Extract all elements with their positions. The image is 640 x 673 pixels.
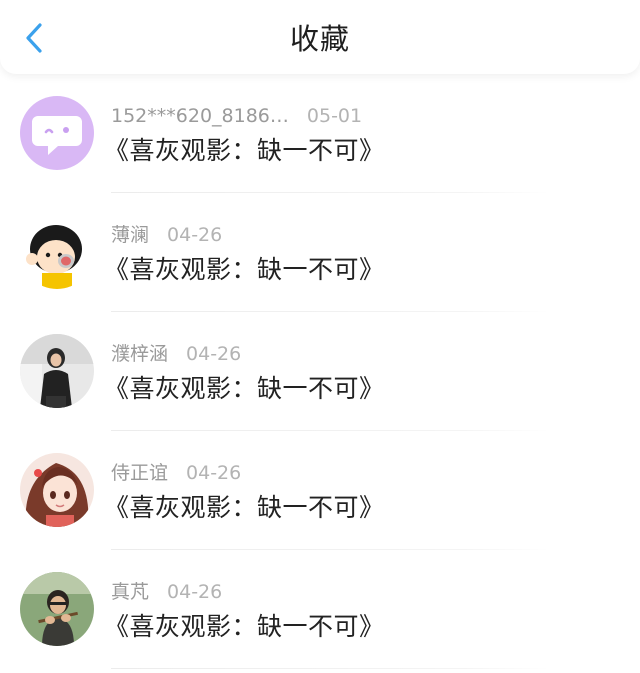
favorites-list: 152***620_8186… 05-01 《喜灰观影：缺一不可》 薄澜 04-… (0, 74, 640, 669)
user-name: 薄澜 (111, 224, 150, 246)
item-meta: 濮梓涵 04-26 (111, 341, 241, 367)
item-meta: 侍正谊 04-26 (111, 460, 241, 486)
item-meta: 152***620_8186… 05-01 (111, 103, 362, 129)
favorites-page: 收藏 152***620_8186… 05-01 《喜灰观影：缺一不可》 薄澜 … (0, 0, 640, 673)
cartoon-girl-avatar-icon (20, 215, 94, 289)
list-item[interactable]: 真芃 04-26 《喜灰观影：缺一不可》 (0, 550, 640, 669)
page-title: 收藏 (289, 22, 350, 56)
divider (111, 668, 550, 669)
item-title[interactable]: 《喜灰观影：缺一不可》 (104, 134, 385, 168)
list-item[interactable]: 薄澜 04-26 《喜灰观影：缺一不可》 (0, 193, 640, 312)
photo-girl-avatar-icon (20, 334, 94, 408)
item-title[interactable]: 《喜灰观影：缺一不可》 (104, 253, 385, 287)
top-bar: 收藏 (0, 0, 640, 74)
user-name: 侍正谊 (111, 462, 169, 484)
item-date: 05-01 (306, 105, 363, 127)
item-date: 04-26 (186, 343, 242, 365)
list-item[interactable]: 152***620_8186… 05-01 《喜灰观影：缺一不可》 (0, 74, 640, 193)
item-date: 04-26 (167, 581, 223, 603)
item-title[interactable]: 《喜灰观影：缺一不可》 (104, 491, 385, 525)
item-title[interactable]: 《喜灰观影：缺一不可》 (104, 372, 385, 406)
avatar[interactable] (20, 215, 94, 289)
photo-person-avatar-icon (20, 572, 94, 646)
item-meta: 薄澜 04-26 (111, 222, 222, 248)
avatar[interactable] (20, 334, 94, 408)
avatar[interactable] (20, 453, 94, 527)
user-name: 真芃 (111, 581, 150, 603)
chat-bubble-icon (20, 96, 94, 170)
list-item[interactable]: 濮梓涵 04-26 《喜灰观影：缺一不可》 (0, 312, 640, 431)
item-date: 04-26 (167, 224, 223, 246)
list-item[interactable]: 侍正谊 04-26 《喜灰观影：缺一不可》 (0, 431, 640, 550)
avatar[interactable] (20, 572, 94, 646)
item-title[interactable]: 《喜灰观影：缺一不可》 (104, 610, 385, 644)
user-name: 152***620_8186… (111, 105, 289, 127)
user-name: 濮梓涵 (111, 343, 169, 365)
avatar[interactable] (20, 96, 94, 170)
anime-girl-avatar-icon (20, 453, 94, 527)
item-meta: 真芃 04-26 (111, 579, 222, 605)
item-date: 04-26 (186, 462, 242, 484)
